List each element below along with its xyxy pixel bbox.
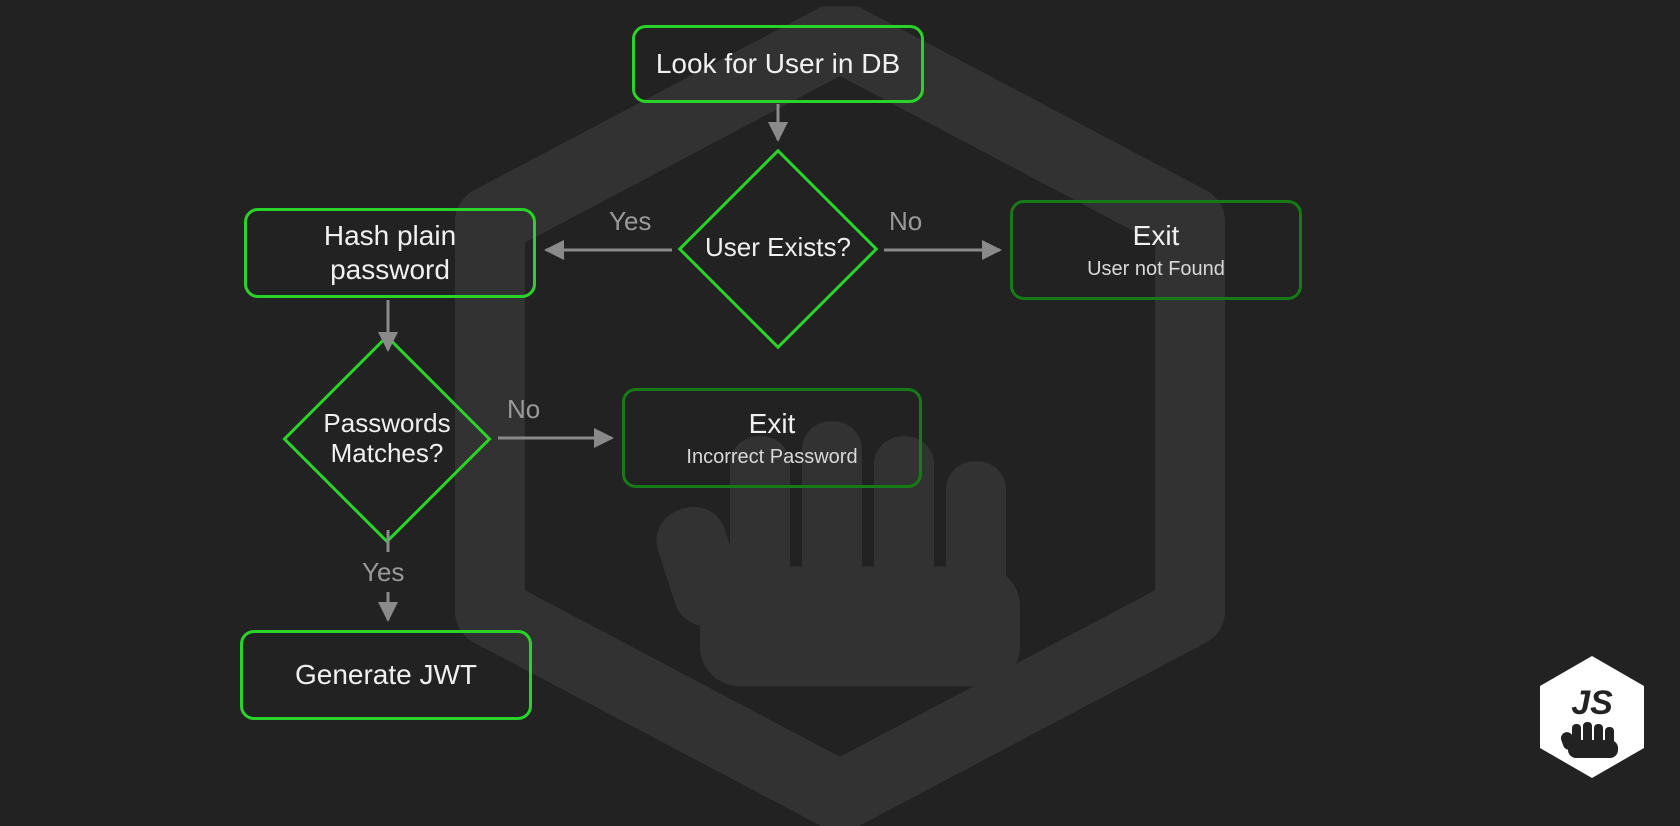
node-hash-password: Hash plain password <box>244 208 536 298</box>
edge-label-user-exists-yes: Yes <box>609 206 651 237</box>
decision-user-exists <box>678 149 879 350</box>
node-exit-pw-sub: Incorrect Password <box>686 445 857 469</box>
node-exit-user-sub: User not Found <box>1087 257 1225 281</box>
node-generate-jwt: Generate JWT <box>240 630 532 720</box>
node-exit-user-not-found: Exit User not Found <box>1010 200 1302 300</box>
edge-label-pw-matches-no: No <box>507 394 540 425</box>
node-lookup-user-label: Look for User in DB <box>656 47 900 81</box>
js-hexagon-logo-icon: JS <box>1532 652 1652 782</box>
svg-text:JS: JS <box>1571 684 1613 722</box>
edge-label-user-exists-no: No <box>889 206 922 237</box>
node-exit-incorrect-password: Exit Incorrect Password <box>622 388 922 488</box>
node-exit-user-title: Exit <box>1133 219 1180 253</box>
edge-label-pw-matches-yes: Yes <box>362 557 404 588</box>
node-exit-pw-title: Exit <box>749 407 796 441</box>
node-lookup-user: Look for User in DB <box>632 25 924 103</box>
node-hash-password-label: Hash plain password <box>265 219 515 286</box>
node-generate-jwt-label: Generate JWT <box>295 658 477 692</box>
decision-passwords-matches <box>282 334 491 543</box>
